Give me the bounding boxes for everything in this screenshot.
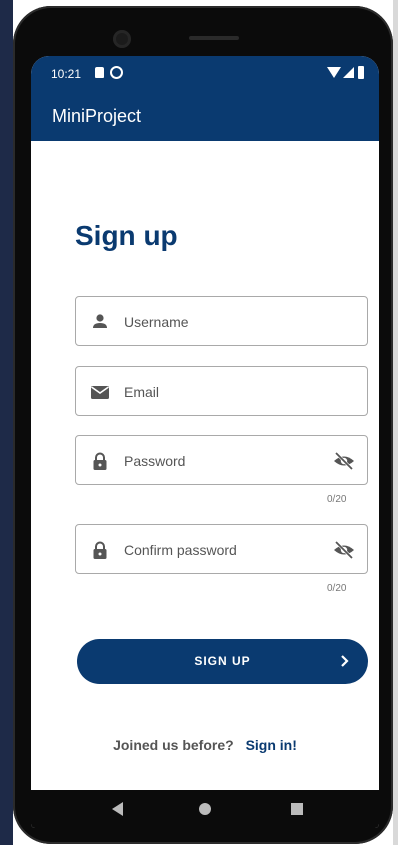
person-icon [93, 314, 107, 328]
host-window-edge-right [393, 0, 398, 845]
username-placeholder: Username [124, 314, 189, 330]
phone-bezel-top [13, 6, 393, 56]
sd-card-icon [95, 67, 104, 78]
recent-apps-icon[interactable] [291, 803, 303, 815]
speaker-grille [189, 36, 239, 40]
username-field[interactable]: Username [75, 296, 368, 346]
sign-up-button-label: SIGN UP [194, 654, 251, 668]
password-placeholder: Password [124, 453, 186, 469]
app-bar: MiniProject [31, 92, 379, 141]
battery-icon [358, 66, 364, 79]
visibility-off-icon[interactable] [333, 451, 355, 471]
status-icons [327, 66, 367, 80]
email-placeholder: Email [124, 384, 160, 400]
app-screen: 10:21 MiniProject Sign up Username Email… [31, 56, 379, 828]
email-field[interactable]: Email [75, 366, 368, 416]
password-field[interactable]: Password [75, 435, 368, 485]
back-icon[interactable] [112, 802, 123, 816]
lock-icon [93, 452, 107, 470]
sign-in-question: Joined us before? [113, 737, 234, 753]
mail-icon [91, 386, 109, 399]
wifi-icon [327, 67, 341, 78]
sync-icon [110, 66, 123, 79]
password-counter: 0/20 [327, 494, 347, 505]
phone-frame: 10:21 MiniProject Sign up Username Email… [13, 6, 393, 844]
confirm-password-placeholder: Confirm password [124, 542, 237, 558]
app-title: MiniProject [52, 106, 142, 126]
signal-icon [343, 67, 354, 78]
home-icon[interactable] [199, 803, 211, 815]
host-window-edge [0, 0, 13, 845]
status-bar: 10:21 [31, 56, 379, 92]
status-time: 10:21 [51, 67, 82, 81]
confirm-password-field[interactable]: Confirm password [75, 524, 368, 574]
lock-icon [93, 541, 107, 559]
chevron-right-icon [341, 655, 349, 667]
sign-up-button[interactable]: SIGN UP [77, 639, 368, 684]
sign-in-link[interactable]: Sign in! [246, 737, 297, 753]
visibility-off-icon[interactable] [333, 540, 355, 560]
confirm-password-counter: 0/20 [327, 583, 347, 594]
sign-in-prompt: Joined us before? Sign in! [31, 737, 379, 753]
system-nav-bar [31, 790, 379, 828]
page-title: Sign up [75, 220, 178, 251]
camera-icon [113, 30, 131, 48]
